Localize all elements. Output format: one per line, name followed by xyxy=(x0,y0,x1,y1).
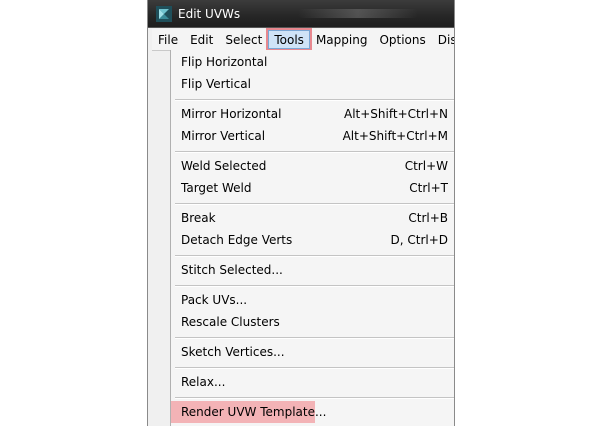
menu-item-rescale-clusters[interactable]: Rescale Clusters xyxy=(171,311,454,333)
menu-item-label: Stitch Selected... xyxy=(181,263,283,277)
menu-mapping[interactable]: Mapping xyxy=(310,30,374,49)
menu-separator xyxy=(175,151,454,153)
menu-item-label: Pack UVs... xyxy=(181,293,248,307)
menu-edit[interactable]: Edit xyxy=(184,30,219,49)
menu-item-label: Flip Vertical xyxy=(181,77,251,91)
window-title: Edit UVWs xyxy=(178,7,241,21)
title-bar[interactable]: Edit UVWs xyxy=(148,0,454,28)
menu-tools[interactable]: Tools xyxy=(266,28,312,51)
menu-separator xyxy=(175,99,454,101)
menu-display[interactable]: Disp xyxy=(432,30,454,49)
menu-item-shortcut: Ctrl+B xyxy=(408,211,448,225)
menu-item-target-weld[interactable]: Target Weld Ctrl+T xyxy=(171,177,454,199)
menu-item-pack-uvs[interactable]: Pack UVs... xyxy=(171,289,454,311)
tools-dropdown-menu: Flip Horizontal Flip Vertical Mirror Hor… xyxy=(170,50,454,426)
menu-item-detach-edge-verts[interactable]: Detach Edge Verts D, Ctrl+D xyxy=(171,229,454,251)
menu-item-mirror-vertical[interactable]: Mirror Vertical Alt+Shift+Ctrl+M xyxy=(171,125,454,147)
menu-separator xyxy=(175,203,454,205)
menu-file[interactable]: File xyxy=(152,30,184,49)
title-blur-region xyxy=(298,9,418,18)
menu-item-label: Break xyxy=(181,211,216,225)
menu-item-label: Sketch Vertices... xyxy=(181,345,285,359)
menu-bar: File Edit Select Tools Mapping Options D… xyxy=(152,28,454,51)
menu-item-label: Detach Edge Verts xyxy=(181,233,293,247)
menu-item-label: Target Weld xyxy=(181,181,252,195)
menu-options[interactable]: Options xyxy=(373,30,431,49)
menu-item-flip-horizontal[interactable]: Flip Horizontal xyxy=(171,51,454,73)
menu-item-label: Rescale Clusters xyxy=(181,315,280,329)
menu-item-label: Mirror Horizontal xyxy=(181,107,282,121)
menu-item-flip-vertical[interactable]: Flip Vertical xyxy=(171,73,454,95)
menu-separator xyxy=(175,397,454,399)
menu-item-label: Flip Horizontal xyxy=(181,55,268,69)
menu-item-shortcut: Alt+Shift+Ctrl+M xyxy=(342,129,448,143)
menu-separator xyxy=(175,367,454,369)
menu-item-label: Mirror Vertical xyxy=(181,129,266,143)
menu-item-mirror-horizontal[interactable]: Mirror Horizontal Alt+Shift+Ctrl+N xyxy=(171,103,454,125)
menu-item-label: Relax... xyxy=(181,375,226,389)
menu-item-label: Render UVW Template... xyxy=(181,405,327,419)
app-icon xyxy=(156,6,172,22)
menu-separator xyxy=(175,337,454,339)
screenshot-stage: Edit UVWs File Edit Select Tools Mapping… xyxy=(0,0,600,426)
menu-item-shortcut: Alt+Shift+Ctrl+N xyxy=(343,107,448,121)
menu-item-shortcut: Ctrl+W xyxy=(404,159,448,173)
edit-uvws-window: Edit UVWs File Edit Select Tools Mapping… xyxy=(147,0,455,426)
menu-item-label: Weld Selected xyxy=(181,159,267,173)
menu-item-render-uvw-template[interactable]: Render UVW Template... xyxy=(171,401,454,423)
menu-select[interactable]: Select xyxy=(219,30,268,49)
menu-item-break[interactable]: Break Ctrl+B xyxy=(171,207,454,229)
menu-item-weld-selected[interactable]: Weld Selected Ctrl+W xyxy=(171,155,454,177)
menu-item-shortcut: D, Ctrl+D xyxy=(390,233,448,247)
menu-separator xyxy=(175,255,454,257)
menu-item-relax[interactable]: Relax... xyxy=(171,371,454,393)
menu-item-shortcut: Ctrl+T xyxy=(409,181,448,195)
menu-item-stitch-selected[interactable]: Stitch Selected... xyxy=(171,259,454,281)
menu-item-sketch-vertices[interactable]: Sketch Vertices... xyxy=(171,341,454,363)
menu-separator xyxy=(175,285,454,287)
